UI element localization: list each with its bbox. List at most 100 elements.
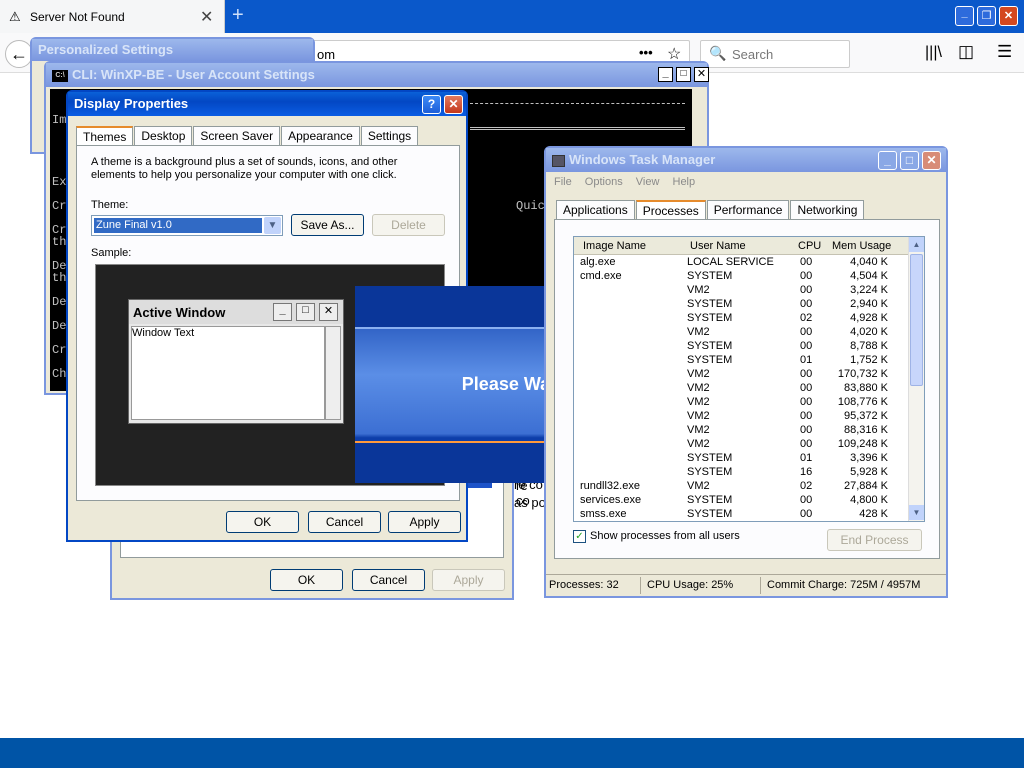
- table-row[interactable]: SYSTEM 01 1,752 K: [574, 353, 924, 367]
- menu-options[interactable]: Options: [585, 176, 623, 188]
- search-input[interactable]: 🔍 Search: [700, 40, 850, 68]
- table-row[interactable]: SYSTEM 00 8,788 K: [574, 339, 924, 353]
- status-bar: Processes: 32 CPU Usage: 25% Commit Char…: [546, 574, 946, 596]
- cell-mem-usage: 3,224 K: [850, 284, 888, 296]
- cell-cpu: 01: [800, 354, 813, 366]
- tab-screen-saver[interactable]: Screen Saver: [193, 126, 281, 145]
- cancel-button[interactable]: Cancel: [308, 511, 381, 533]
- tab-appearance[interactable]: Appearance: [281, 126, 360, 145]
- scroll-up-icon[interactable]: ▲: [909, 237, 924, 252]
- cli-line: Im: [52, 113, 67, 127]
- task-manager-close-button[interactable]: ✕: [922, 151, 941, 170]
- table-row[interactable]: VM2 00 170,732 K: [574, 367, 924, 381]
- cli-separator: [470, 127, 685, 130]
- back-dialog-cancel-button[interactable]: Cancel: [352, 569, 425, 591]
- col-image-name[interactable]: Image Name: [583, 237, 646, 255]
- tab-networking[interactable]: Networking: [790, 200, 865, 219]
- col-cpu[interactable]: CPU: [798, 237, 821, 255]
- chevron-down-icon[interactable]: ▼: [264, 217, 281, 234]
- tab-desktop[interactable]: Desktop: [134, 126, 193, 145]
- table-row[interactable]: alg.exe LOCAL SERVICE 00 4,040 K: [574, 255, 924, 269]
- table-row[interactable]: VM2 00 4,020 K: [574, 325, 924, 339]
- menu-help[interactable]: Help: [673, 176, 696, 188]
- table-row[interactable]: SYSTEM 01 3,396 K: [574, 451, 924, 465]
- end-process-button[interactable]: End Process: [827, 529, 922, 551]
- table-row[interactable]: VM2 00 108,776 K: [574, 395, 924, 409]
- show-all-checkbox[interactable]: ✓: [573, 530, 586, 543]
- tab-applications[interactable]: Applications: [556, 200, 635, 219]
- cell-cpu: 01: [800, 452, 813, 464]
- task-manager-title: Windows Task Manager: [569, 152, 716, 167]
- back-dialog-apply-button[interactable]: Apply: [432, 569, 505, 591]
- table-row[interactable]: rundll32.exe VM2 02 27,884 K: [574, 479, 924, 493]
- back-dialog-ok-button[interactable]: OK: [270, 569, 343, 591]
- table-row[interactable]: SYSTEM 02 4,928 K: [574, 311, 924, 325]
- cell-user-name: LOCAL SERVICE: [687, 256, 774, 268]
- table-row[interactable]: SYSTEM 16 5,928 K: [574, 465, 924, 479]
- task-manager-maximize-button[interactable]: □: [900, 151, 919, 170]
- tab-performance[interactable]: Performance: [706, 200, 790, 219]
- table-row[interactable]: services.exe SYSTEM 00 4,800 K: [574, 493, 924, 507]
- back-button[interactable]: ←: [5, 40, 33, 68]
- window-minimize-button[interactable]: _: [955, 6, 974, 26]
- menu-view[interactable]: View: [636, 176, 660, 188]
- cell-cpu: 00: [800, 340, 813, 352]
- page-actions-icon[interactable]: •••: [639, 45, 653, 60]
- tab-processes[interactable]: Processes: [635, 200, 706, 220]
- url-text: om: [317, 47, 336, 62]
- table-row[interactable]: VM2 00 3,224 K: [574, 283, 924, 297]
- cell-mem-usage: 4,020 K: [850, 326, 888, 338]
- cell-cpu: 02: [800, 312, 813, 324]
- cli-maximize-button[interactable]: □: [676, 67, 691, 82]
- table-row[interactable]: VM2 00 88,316 K: [574, 423, 924, 437]
- tab-title: Server Not Found: [30, 10, 125, 24]
- col-user-name[interactable]: User Name: [690, 237, 746, 255]
- task-manager-window: Windows Task Manager _ □ ✕ File Options …: [544, 146, 948, 598]
- table-row[interactable]: cmd.exe SYSTEM 00 4,504 K: [574, 269, 924, 283]
- scroll-down-icon[interactable]: ▼: [909, 505, 924, 520]
- cell-mem-usage: 4,504 K: [850, 270, 888, 282]
- table-row[interactable]: VM2 00 95,372 K: [574, 409, 924, 423]
- window-close-button[interactable]: ✕: [999, 6, 1018, 26]
- library-icon[interactable]: |||\: [925, 44, 942, 62]
- processes-panel: Image Name User Name CPU Mem Usage alg.e…: [554, 219, 940, 559]
- menu-icon[interactable]: ☰: [997, 42, 1012, 62]
- status-commit: Commit Charge: 725M / 4957M: [767, 579, 921, 591]
- browser-tab[interactable]: ⚠ Server Not Found ✕: [0, 0, 225, 33]
- process-rows: alg.exe LOCAL SERVICE 00 4,040 K cmd.exe SYST…: [574, 255, 924, 521]
- ok-button[interactable]: OK: [226, 511, 299, 533]
- new-tab-icon[interactable]: +: [232, 4, 244, 27]
- theme-select[interactable]: Zune Final v1.0 ▼: [91, 215, 283, 236]
- sidebar-icon[interactable]: ◫: [958, 42, 974, 62]
- cell-mem-usage: 3,396 K: [850, 452, 888, 464]
- tab-close-icon[interactable]: ✕: [200, 7, 213, 27]
- sample-title-bar: Active Window _ □ ✕: [129, 300, 343, 324]
- delete-button[interactable]: Delete: [372, 214, 445, 236]
- cell-cpu: 16: [800, 466, 813, 478]
- tab-themes[interactable]: Themes: [76, 126, 134, 146]
- cell-mem-usage: 5,928 K: [850, 466, 888, 478]
- table-row[interactable]: smss.exe SYSTEM 00 428 K: [574, 507, 924, 521]
- tab-settings[interactable]: Settings: [360, 126, 419, 145]
- process-list-scrollbar[interactable]: ▲ ▼: [908, 237, 924, 521]
- personalized-settings-title: Personalized Settings: [32, 39, 313, 61]
- table-row[interactable]: VM2 00 83,880 K: [574, 381, 924, 395]
- sample-minimize-icon: _: [273, 303, 292, 321]
- table-row[interactable]: SYSTEM 00 2,940 K: [574, 297, 924, 311]
- sample-label: Sample:: [91, 247, 132, 259]
- save-as-button[interactable]: Save As...: [291, 214, 364, 236]
- apply-button[interactable]: Apply: [388, 511, 461, 533]
- cli-close-button[interactable]: ✕: [694, 67, 709, 82]
- help-button[interactable]: ?: [422, 95, 441, 114]
- menu-file[interactable]: File: [554, 176, 572, 188]
- col-mem-usage[interactable]: Mem Usage: [832, 237, 891, 255]
- process-list[interactable]: Image Name User Name CPU Mem Usage alg.e…: [573, 236, 925, 522]
- cell-cpu: 00: [800, 368, 813, 380]
- scroll-thumb[interactable]: [910, 254, 923, 386]
- close-button[interactable]: ✕: [444, 95, 463, 114]
- cell-user-name: VM2: [687, 382, 710, 394]
- cli-minimize-button[interactable]: _: [658, 67, 673, 82]
- table-row[interactable]: VM2 00 109,248 K: [574, 437, 924, 451]
- task-manager-minimize-button[interactable]: _: [878, 151, 897, 170]
- window-restore-button[interactable]: ❐: [977, 6, 996, 26]
